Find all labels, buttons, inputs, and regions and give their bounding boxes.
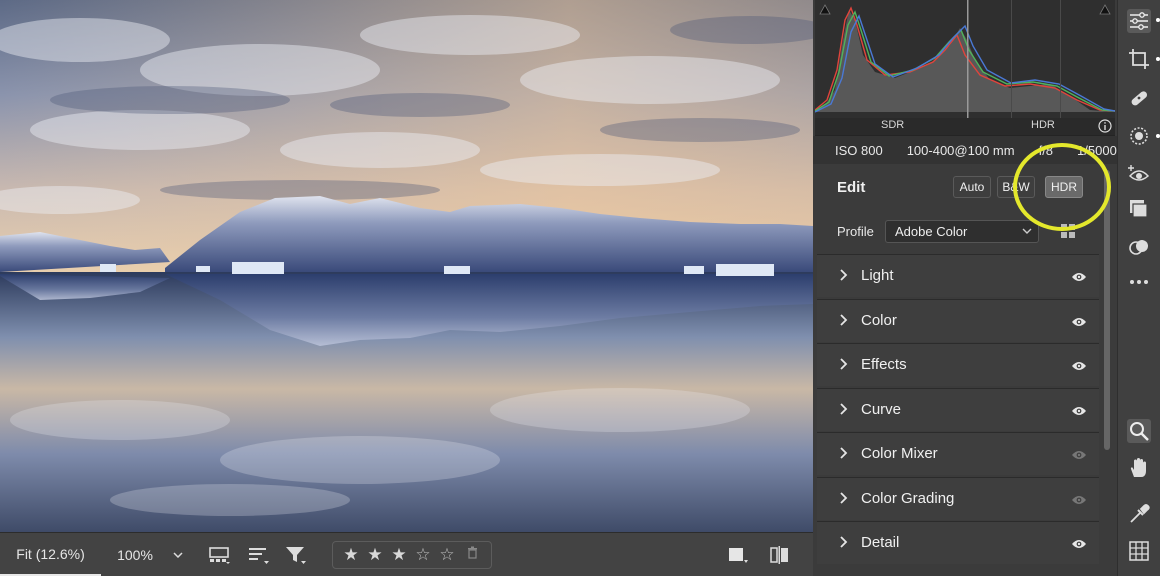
eye-icon[interactable] [1071, 493, 1087, 505]
star-rating[interactable]: ★ ★ ★ ☆ ☆ [332, 541, 492, 569]
shadow-clipping-icon[interactable] [819, 3, 831, 15]
edit-title: Edit [837, 178, 866, 196]
section-label: Curve [861, 400, 902, 418]
star-4[interactable]: ☆ [411, 542, 435, 568]
color-sampler-icon[interactable] [1127, 502, 1151, 526]
presets-icon[interactable] [1127, 197, 1151, 221]
star-2[interactable]: ★ [363, 542, 387, 568]
masking-icon[interactable] [1127, 124, 1151, 148]
eye-icon[interactable] [1071, 448, 1087, 460]
sdr-label: SDR [881, 119, 905, 131]
chevron-right-icon [839, 268, 849, 282]
section-curve[interactable]: Curve [817, 387, 1099, 431]
red-eye-icon[interactable] [1127, 162, 1151, 186]
exif-info: ISO 800 100-400@100 mm f/8 1/5000s [813, 136, 1117, 164]
eye-icon[interactable] [1071, 315, 1087, 327]
star-3[interactable]: ★ [387, 542, 411, 568]
zoom-100-button[interactable]: 100% [101, 533, 169, 576]
section-label: Color [861, 311, 897, 329]
hand-icon[interactable] [1127, 456, 1151, 480]
bw-button[interactable]: B&W [997, 176, 1035, 198]
snapshots-icon[interactable] [1127, 235, 1151, 259]
chevron-right-icon [839, 446, 849, 460]
trash-icon[interactable] [459, 546, 485, 564]
histogram-graph [815, 0, 1115, 118]
chevron-right-icon [839, 313, 849, 327]
profile-value: Adobe Color [895, 224, 968, 239]
active-dot-icon [1156, 18, 1160, 22]
section-effects[interactable]: Effects [817, 343, 1099, 386]
chevron-down-icon [1022, 221, 1032, 242]
star-1[interactable]: ★ [339, 542, 363, 568]
section-label: Detail [861, 534, 900, 551]
grid-icon[interactable] [1127, 539, 1151, 563]
zoom-icon[interactable] [1127, 419, 1151, 443]
section-color[interactable]: Color [817, 298, 1099, 342]
crop-icon[interactable] [1127, 47, 1151, 71]
chevron-right-icon [839, 535, 849, 549]
photo-preview[interactable] [0, 0, 813, 532]
profile-label: Profile [837, 224, 874, 239]
chevron-right-icon [839, 357, 849, 371]
exif-aperture: f/8 [1038, 142, 1054, 158]
bottom-toolbar: Fit (12.6%) 100% ★ ★ ★ ☆ ☆ [0, 532, 813, 576]
profile-select[interactable]: Adobe Color [885, 220, 1039, 243]
edit-panel: SDR HDR ISO 800 100-400@100 mm f/8 1/500… [813, 0, 1117, 576]
eye-icon[interactable] [1071, 537, 1087, 549]
auto-button[interactable]: Auto [953, 176, 991, 198]
section-color-grading[interactable]: Color Grading [817, 476, 1099, 520]
profile-browser-icon[interactable] [1060, 223, 1078, 241]
edit-header: Edit Auto B&W HDR [813, 165, 1117, 209]
exif-shutter: 1/5000s [1077, 142, 1117, 158]
section-label: Color Mixer [861, 445, 938, 462]
panel-scrollbar[interactable] [1104, 170, 1110, 450]
preview-toggle-icon[interactable] [727, 545, 749, 565]
landscape-photo [0, 0, 813, 532]
section-label: Effects [861, 356, 907, 373]
hdr-button[interactable]: HDR [1045, 176, 1083, 198]
zoom-fit-button[interactable]: Fit (12.6%) [0, 533, 101, 576]
chevron-right-icon [839, 491, 849, 505]
eye-icon[interactable] [1071, 404, 1087, 416]
filmstrip-view-icon[interactable] [209, 545, 231, 565]
section-label: Color Grading [861, 489, 955, 507]
star-5[interactable]: ☆ [435, 542, 459, 568]
edit-sliders-icon[interactable] [1127, 9, 1151, 33]
eye-icon[interactable] [1071, 359, 1087, 371]
section-label: Light [861, 267, 894, 284]
chevron-right-icon [839, 402, 849, 416]
healing-icon[interactable] [1127, 86, 1151, 110]
hdr-label: HDR [1031, 119, 1055, 131]
histogram[interactable]: SDR HDR [815, 0, 1115, 136]
section-color-mixer[interactable]: Color Mixer [817, 432, 1099, 475]
filter-icon[interactable] [285, 545, 307, 565]
profile-row: Profile Adobe Color [813, 210, 1117, 254]
more-icon[interactable] [1127, 270, 1151, 294]
info-icon[interactable] [1098, 119, 1112, 133]
section-detail[interactable]: Detail [817, 521, 1099, 564]
sort-icon[interactable] [248, 545, 270, 565]
crop-dot-icon [1156, 57, 1160, 61]
section-light[interactable]: Light [817, 254, 1099, 297]
zoom-dropdown-chevron-icon[interactable] [170, 533, 186, 576]
before-after-icon[interactable] [769, 545, 791, 565]
exif-lens: 100-400@100 mm [906, 142, 1015, 158]
tool-strip [1117, 0, 1160, 576]
mask-dot-icon [1156, 134, 1160, 138]
eye-icon[interactable] [1071, 270, 1087, 282]
highlight-clipping-icon[interactable] [1099, 3, 1111, 15]
exif-iso: ISO 800 [835, 142, 883, 158]
